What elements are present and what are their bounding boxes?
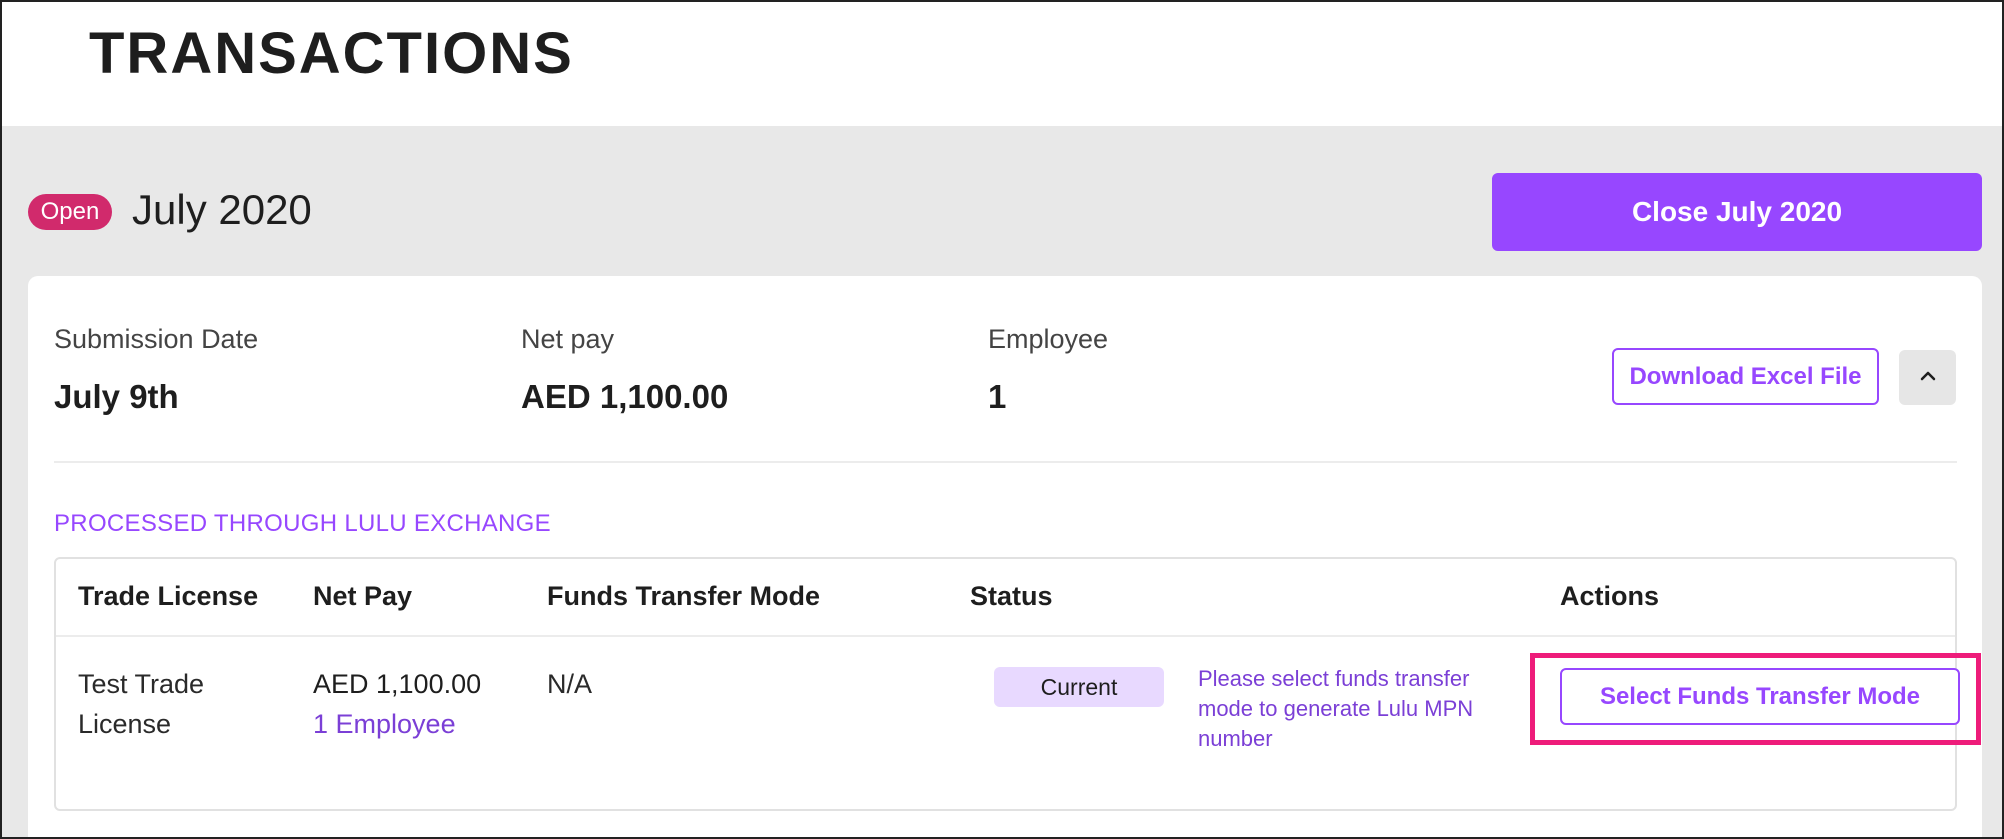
column-header-actions: Actions (1560, 581, 1660, 611)
page-title: TRANSACTIONS (89, 21, 574, 86)
payroll-card: Submission Date July 9th Net pay AED 1,1… (28, 276, 1982, 837)
employee-link[interactable]: 1 Employee (313, 704, 481, 744)
divider (54, 461, 1957, 463)
submission-date-label: Submission Date (54, 324, 259, 354)
net-pay-cell: AED 1,100.00 1 Employee (313, 664, 481, 744)
employee-value: 1 (988, 378, 1007, 415)
collapse-button[interactable] (1899, 350, 1956, 405)
funds-transfer-mode-cell: N/A (547, 669, 593, 699)
section-label: PROCESSED THROUGH LULU EXCHANGE (54, 510, 551, 537)
net-pay-value: AED 1,100.00 (521, 378, 729, 415)
status-message: Please select funds transfer mode to gen… (1198, 666, 1474, 751)
trade-license-cell: Test Trade License (78, 664, 204, 744)
select-funds-transfer-mode-button[interactable]: Select Funds Transfer Mode (1560, 668, 1960, 725)
row-net-pay: AED 1,100.00 (313, 669, 482, 699)
trade-license-line2: License (78, 709, 172, 739)
trade-license-line1: Test Trade (78, 669, 205, 699)
row-divider (56, 635, 1955, 637)
app-frame: TRANSACTIONS Open July 2020 Close July 2… (0, 0, 2004, 839)
download-excel-button[interactable]: Download Excel File (1612, 348, 1879, 405)
employee-label: Employee (988, 324, 1109, 354)
page-header: TRANSACTIONS (2, 2, 2002, 126)
period-title: July 2020 (132, 186, 312, 233)
status-badge: Open (28, 194, 112, 230)
close-period-button[interactable]: Close July 2020 (1492, 173, 1982, 251)
column-header-funds-transfer-mode: Funds Transfer Mode (547, 581, 821, 611)
status-pill: Current (994, 667, 1164, 707)
chevron-up-icon (1919, 369, 1937, 387)
column-header-trade-license: Trade License (78, 581, 259, 611)
column-header-status: Status (970, 581, 1053, 611)
submission-date-value: July 9th (54, 378, 179, 415)
net-pay-label: Net pay (521, 324, 615, 354)
column-header-net-pay: Net Pay (313, 581, 413, 611)
transactions-table: Trade License Net Pay Funds Transfer Mod… (54, 557, 1981, 811)
